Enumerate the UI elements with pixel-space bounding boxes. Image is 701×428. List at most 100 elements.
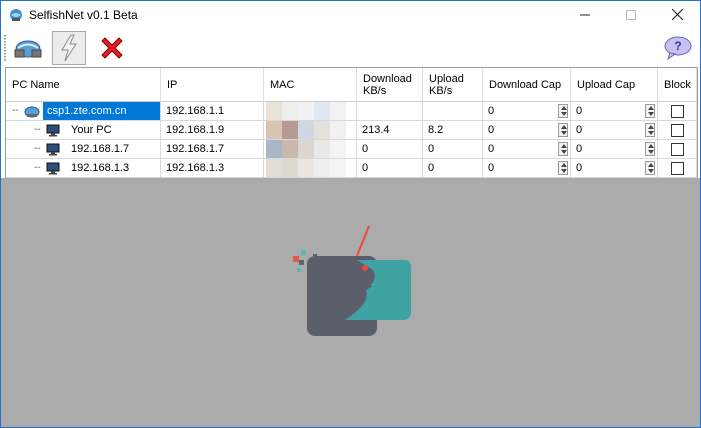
computer-icon — [46, 124, 60, 137]
upload-cap-stepper[interactable]: 0 — [571, 159, 658, 178]
pc-name-cell[interactable]: ╌ Your PC — [6, 121, 161, 140]
scan-network-button[interactable] — [11, 31, 45, 65]
upload-cap-value: 0 — [576, 124, 583, 136]
mac-redacted — [266, 102, 346, 120]
block-checkbox[interactable] — [671, 105, 684, 118]
close-icon — [671, 8, 683, 21]
download-cap-stepper[interactable]: 0 — [483, 121, 571, 140]
download-cell: 0 — [357, 159, 423, 178]
header-upload-line1: Upload — [429, 72, 464, 85]
mac-cell — [264, 102, 357, 121]
header-download-line1: Download — [363, 72, 412, 85]
toolbar: ? — [1, 29, 700, 67]
download-cell — [357, 102, 423, 121]
upload-cap-stepper[interactable]: 0 — [571, 102, 658, 121]
tree-line: ╌ — [34, 124, 41, 136]
pc-name-cell[interactable]: ╌ 192.168.1.7 — [6, 140, 161, 159]
start-button[interactable] — [52, 31, 86, 65]
header-upload-line2: KB/s — [429, 84, 453, 97]
download-cap-spinner[interactable] — [558, 161, 568, 175]
ip-cell: 192.168.1.3 — [161, 159, 264, 178]
tree-line: ╌ — [34, 143, 41, 155]
empty-content-area — [1, 178, 700, 427]
minimize-icon — [580, 14, 590, 16]
network-scan-icon — [14, 40, 42, 58]
maximize-button[interactable] — [608, 1, 654, 29]
table-row[interactable]: ╌ csp1.zte.com.cn 192.168.1.1 0 0 — [6, 102, 697, 121]
header-upload-cap[interactable]: Upload Cap — [571, 68, 658, 102]
app-window: SelfishNet v0.1 Beta ? PC Name IP MAC Do… — [0, 0, 701, 428]
window-edge — [697, 178, 700, 427]
block-checkbox[interactable] — [671, 162, 684, 175]
stop-button[interactable] — [95, 31, 129, 65]
router-icon — [24, 106, 40, 118]
title-bar: SelfishNet v0.1 Beta — [1, 1, 700, 29]
upload-cap-stepper[interactable]: 0 — [571, 121, 658, 140]
tree-line: ╌ — [34, 162, 41, 174]
upload-cap-value: 0 — [576, 105, 583, 117]
download-cap-spinner[interactable] — [558, 104, 568, 118]
header-ip[interactable]: IP — [161, 68, 264, 102]
upload-cap-spinner[interactable] — [645, 161, 655, 175]
mac-redacted — [266, 159, 346, 177]
download-cap-stepper[interactable]: 0 — [483, 140, 571, 159]
table-row[interactable]: ╌ 192.168.1.7 192.168.1.7 0 0 0 0 — [6, 140, 697, 159]
header-upload[interactable]: Upload KB/s — [423, 68, 483, 102]
svg-text:?: ? — [674, 39, 681, 53]
upload-cap-spinner[interactable] — [645, 104, 655, 118]
pc-name-cell[interactable]: ╌ csp1.zte.com.cn — [6, 102, 161, 121]
upload-cap-value: 0 — [576, 162, 583, 174]
window-title: SelfishNet v0.1 Beta — [29, 8, 138, 22]
download-cap-value: 0 — [488, 124, 495, 136]
minimize-button[interactable] — [562, 1, 608, 29]
pc-name-text: csp1.zte.com.cn — [43, 102, 160, 120]
download-cap-value: 0 — [488, 105, 495, 117]
header-download[interactable]: Download KB/s — [357, 68, 423, 102]
red-x-icon — [101, 37, 123, 59]
close-button[interactable] — [654, 1, 700, 29]
header-pc-name[interactable]: PC Name — [6, 68, 161, 102]
mac-redacted — [266, 121, 346, 139]
download-cap-value: 0 — [488, 143, 495, 155]
watermark-logo — [293, 225, 411, 336]
pc-name-cell[interactable]: ╌ 192.168.1.3 — [6, 159, 161, 178]
upload-cap-stepper[interactable]: 0 — [571, 140, 658, 159]
table-header: PC Name IP MAC Download KB/s Upload KB/s D… — [6, 68, 697, 102]
upload-cell: 8.2 — [423, 121, 483, 140]
download-cell: 0 — [357, 140, 423, 159]
upload-cell: 0 — [423, 159, 483, 178]
ip-cell: 192.168.1.1 — [161, 102, 264, 121]
block-cell — [658, 102, 697, 121]
block-checkbox[interactable] — [671, 124, 684, 137]
header-download-cap[interactable]: Download Cap — [483, 68, 571, 102]
toolbar-grip[interactable] — [4, 35, 6, 61]
computer-icon — [46, 143, 60, 156]
help-button[interactable]: ? — [661, 31, 695, 65]
upload-cap-value: 0 — [576, 143, 583, 155]
download-cap-stepper[interactable]: 0 — [483, 159, 571, 178]
block-checkbox[interactable] — [671, 143, 684, 156]
upload-cap-spinner[interactable] — [645, 123, 655, 137]
header-block[interactable]: Block — [658, 68, 697, 102]
mac-redacted — [266, 140, 346, 158]
pc-name-text: 192.168.1.7 — [71, 143, 130, 155]
table-row[interactable]: ╌ Your PC 192.168.1.9 213.4 8.2 0 0 — [6, 121, 697, 140]
tree-line: ╌ — [12, 105, 19, 117]
header-download-line2: KB/s — [363, 84, 387, 97]
block-cell — [658, 140, 697, 159]
devices-table: PC Name IP MAC Download KB/s Upload KB/s D… — [5, 67, 698, 179]
header-mac[interactable]: MAC — [264, 68, 357, 102]
mac-cell — [264, 121, 357, 140]
pc-name-text: 192.168.1.3 — [71, 162, 130, 174]
download-cell: 213.4 — [357, 121, 423, 140]
upload-cell: 0 — [423, 140, 483, 159]
block-cell — [658, 121, 697, 140]
download-cap-spinner[interactable] — [558, 123, 568, 137]
help-speech-icon: ? — [664, 36, 692, 61]
download-cap-spinner[interactable] — [558, 142, 568, 156]
upload-cell — [423, 102, 483, 121]
mac-cell — [264, 140, 357, 159]
upload-cap-spinner[interactable] — [645, 142, 655, 156]
table-row[interactable]: ╌ 192.168.1.3 192.168.1.3 0 0 0 0 — [6, 159, 697, 178]
download-cap-stepper[interactable]: 0 — [483, 102, 571, 121]
